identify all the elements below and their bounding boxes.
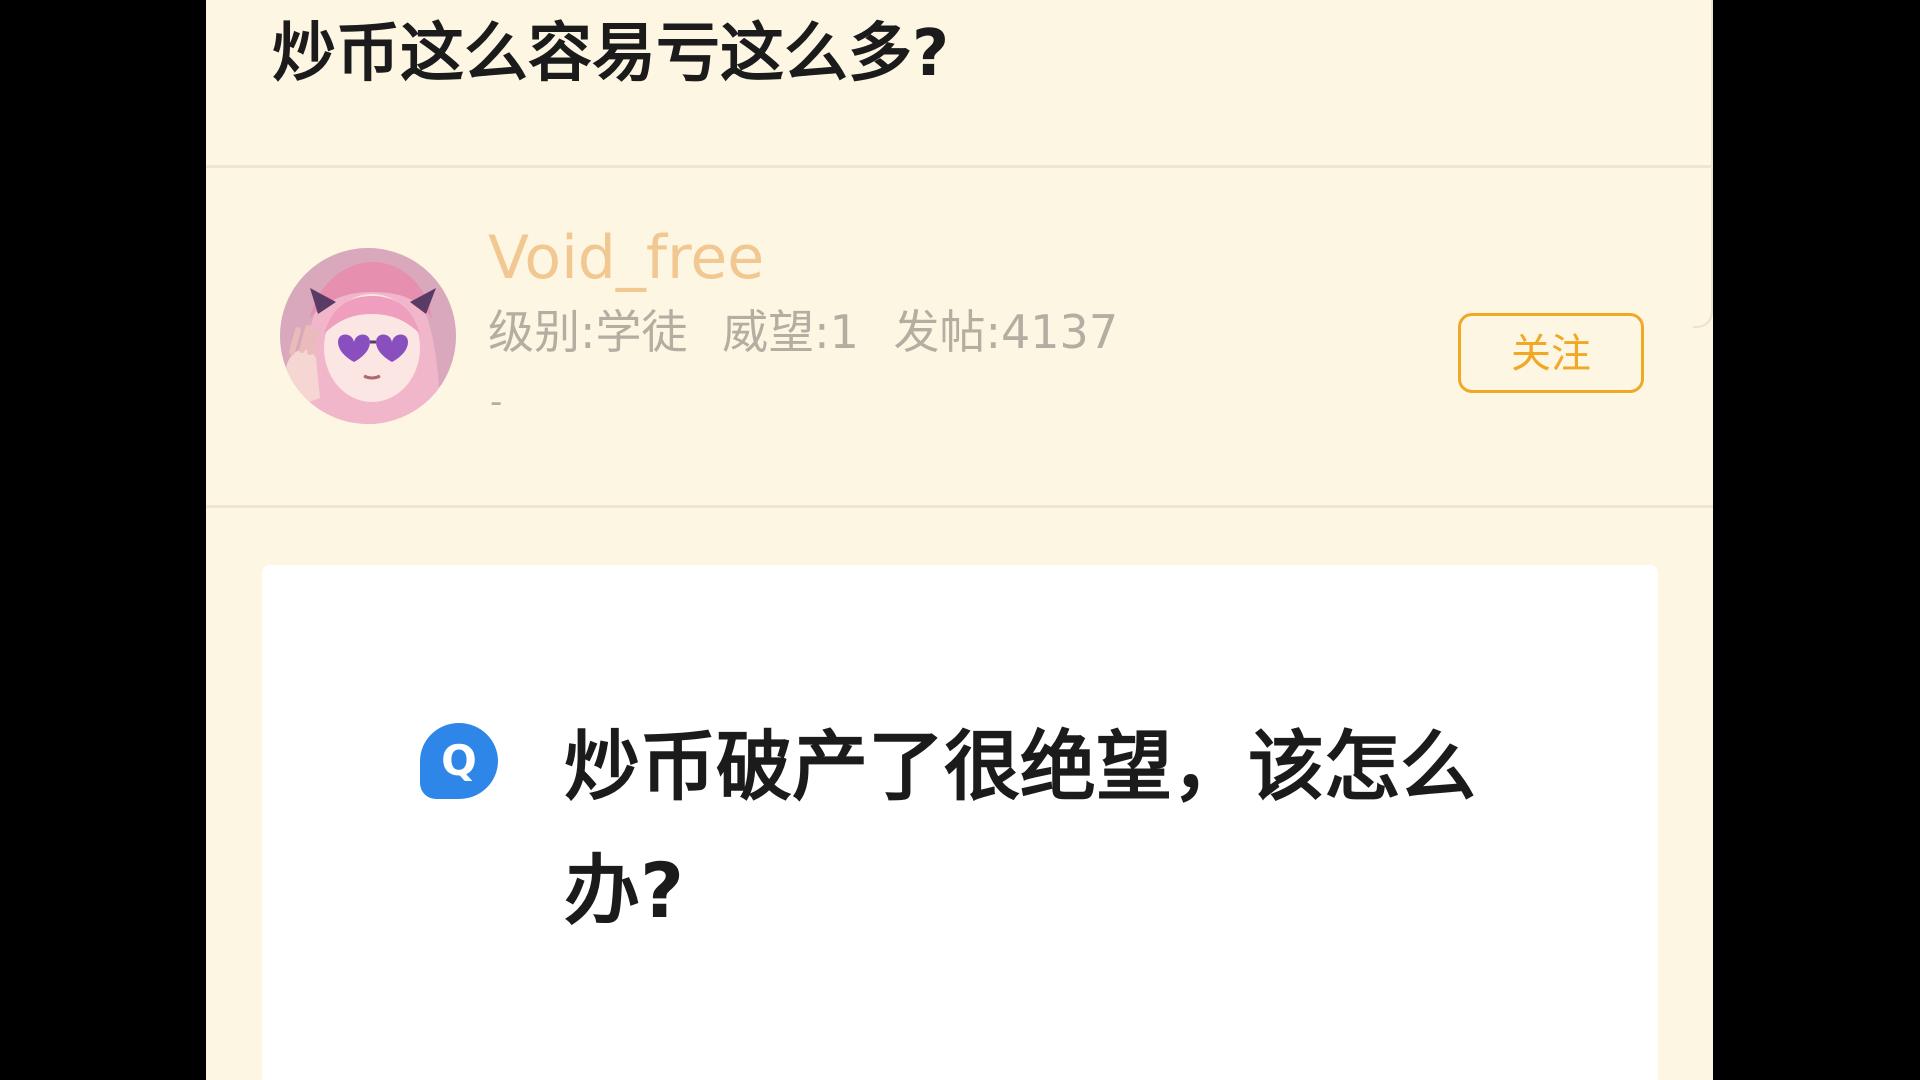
question-text: 炒币破产了很绝望，该怎么办? [564, 722, 1476, 935]
author-section: Void_free 级别:学徒 威望:1 发帖:4137 - 关注 [206, 168, 1713, 508]
post-detail-screen: 炒币这么容易亏这么多? Void_free 级别:学徒 威望:1 发帖:4137… [206, 0, 1713, 1080]
author-post-count: 发帖:4137 [893, 305, 1119, 359]
author-level: 级别:学徒 [488, 305, 688, 359]
question-q-icon: Q [420, 723, 498, 799]
post-content-image: Q 炒币破产了很绝望，该怎么办? [262, 565, 1658, 1080]
author-username[interactable]: Void_free [488, 220, 764, 296]
follow-button[interactable]: 关注 [1458, 313, 1644, 393]
author-meta: 级别:学徒 威望:1 发帖:4137 [488, 302, 1118, 362]
author-reputation: 威望:1 [722, 305, 859, 359]
anime-avatar-icon [280, 248, 456, 424]
post-title: 炒币这么容易亏这么多? [272, 17, 950, 91]
author-signature: - [490, 382, 503, 422]
avatar[interactable] [280, 248, 456, 424]
title-section: 炒币这么容易亏这么多? [206, 0, 1713, 168]
